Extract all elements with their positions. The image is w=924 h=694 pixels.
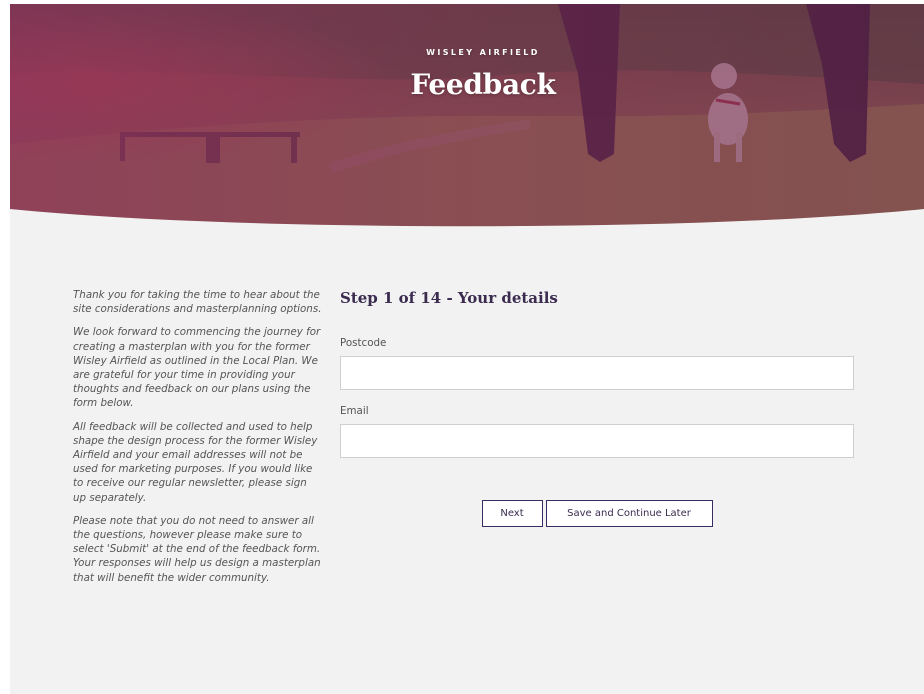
save-and-continue-later-button[interactable]: Save and Continue Later xyxy=(545,500,713,527)
intro-paragraph: Please note that you do not need to answ… xyxy=(73,514,321,584)
hero-heading-group: WISLEY AIRFIELD Feedback xyxy=(10,48,924,102)
feedback-form: Step 1 of 14 - Your details Postcode Ema… xyxy=(340,288,854,527)
intro-paragraph: All feedback will be collected and used … xyxy=(73,420,318,504)
email-input[interactable] xyxy=(340,424,854,458)
hero-photo xyxy=(10,4,924,232)
intro-paragraph: Thank you for taking the time to hear ab… xyxy=(73,289,322,316)
intro-text: Thank you for taking the time to hear ab… xyxy=(73,288,323,594)
hero-banner: WISLEY AIRFIELD Feedback xyxy=(10,4,924,232)
form-buttons: Next Save and Continue Later xyxy=(340,500,854,527)
postcode-input[interactable] xyxy=(340,356,854,390)
email-label: Email xyxy=(340,405,369,417)
page-title: Feedback xyxy=(410,68,556,101)
intro-paragraph: We look forward to commencing the journe… xyxy=(73,326,321,410)
page-frame: WISLEY AIRFIELD Feedback Thank you for t… xyxy=(10,4,924,694)
hero-eyebrow: WISLEY AIRFIELD xyxy=(426,48,540,57)
next-button[interactable]: Next xyxy=(481,500,543,527)
postcode-label: Postcode xyxy=(340,337,387,349)
step-title: Step 1 of 14 - Your details xyxy=(340,289,558,307)
